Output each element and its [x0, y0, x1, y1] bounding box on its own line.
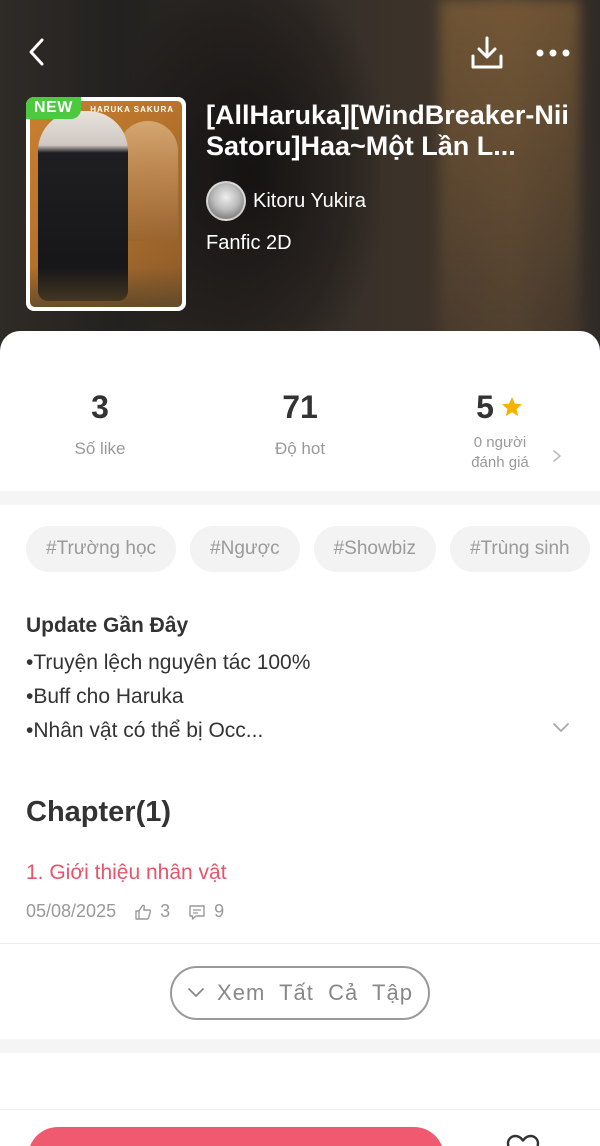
- book-title: [AllHaruka][WindBreaker-NiiSatoru]Haa~Mộ…: [206, 100, 569, 161]
- bottom-action-bar: [0, 1109, 600, 1146]
- tag-chip[interactable]: #Showbiz: [313, 526, 436, 572]
- update-section[interactable]: Update Gần Đây •Truyện lệch nguyên tác 1…: [26, 614, 576, 748]
- list-divider: [0, 943, 600, 944]
- section-divider: [0, 491, 600, 505]
- chapter-comments: 9: [214, 901, 225, 921]
- chapter-item[interactable]: 1. Giới thiệu nhân vật 05/08/2025 3 9: [26, 861, 574, 922]
- stat-rating[interactable]: 5 0 người đánh giá: [400, 387, 600, 473]
- section-divider: [0, 1039, 600, 1053]
- tag-list: #Trường học #Ngược #Showbiz #Trùng sinh: [26, 526, 590, 572]
- author-row[interactable]: Kitoru Yukira: [206, 181, 366, 221]
- book-cover[interactable]: HARUKA SAKURA: [26, 97, 186, 311]
- stats-row: 3 Số like 71 Độ hot 5 0 người đánh giá: [0, 387, 600, 487]
- more-horizontal-icon: [536, 49, 570, 57]
- likes-count: 3: [91, 389, 109, 425]
- more-button[interactable]: [532, 38, 574, 68]
- heart-icon[interactable]: [506, 1134, 540, 1146]
- likes-label: Số like: [74, 439, 126, 458]
- hot-count: 71: [282, 389, 318, 425]
- read-button[interactable]: [28, 1127, 444, 1146]
- back-button[interactable]: [22, 34, 52, 70]
- update-line: •Truyện lệch nguyên tác 100%: [26, 651, 311, 674]
- cover-title-text: HARUKA SAKURA: [90, 105, 174, 114]
- chapter-date: 05/08/2025: [26, 901, 117, 921]
- chevron-right-icon[interactable]: [550, 449, 564, 463]
- update-line: •Nhân vật có thể bị Occ...: [26, 719, 264, 742]
- detail-sheet: 3 Số like 71 Độ hot 5 0 người đánh giá #…: [0, 331, 600, 1146]
- chevron-left-icon: [29, 38, 44, 66]
- view-all-label: Xem Tất Cả Tập: [217, 980, 413, 1005]
- cover-floor: [30, 267, 182, 307]
- download-icon: [471, 36, 503, 69]
- tag-chip[interactable]: #Ngược: [190, 526, 300, 572]
- chapter-meta: 05/08/2025 3 9: [26, 901, 574, 922]
- author-avatar: [206, 181, 246, 221]
- star-icon: [501, 397, 522, 416]
- genre-label: Fanfic 2D: [206, 232, 292, 254]
- rating-label-line2: đánh giá: [471, 454, 529, 471]
- download-button[interactable]: [468, 34, 506, 72]
- author-name: Kitoru Yukira: [253, 189, 367, 212]
- cover-image: HARUKA SAKURA: [30, 101, 182, 307]
- chapter-heading: Chapter(1): [26, 796, 172, 828]
- stat-likes: 3 Số like: [0, 387, 200, 459]
- tag-chip[interactable]: #Trùng sinh: [449, 526, 590, 572]
- new-badge: NEW: [26, 97, 81, 119]
- chevron-down-icon: [188, 988, 204, 997]
- chapter-title[interactable]: 1. Giới thiệu nhân vật: [26, 861, 574, 885]
- update-line: •Buff cho Haruka: [26, 685, 184, 708]
- tag-chip[interactable]: #Trường học: [26, 526, 177, 572]
- view-all-chapters-button[interactable]: Xem Tất Cả Tập: [170, 966, 430, 1020]
- chapter-likes: 3: [160, 901, 171, 921]
- thumbs-up-icon: [135, 904, 152, 920]
- update-title: Update Gần Đây: [26, 614, 189, 637]
- hot-label: Độ hot: [274, 439, 326, 458]
- comment-icon: [189, 904, 205, 920]
- chevron-down-icon[interactable]: [551, 721, 571, 735]
- rating-label-line1: 0 người: [473, 434, 527, 451]
- stat-hot: 71 Độ hot: [200, 387, 400, 459]
- rating-value: 5: [476, 389, 494, 425]
